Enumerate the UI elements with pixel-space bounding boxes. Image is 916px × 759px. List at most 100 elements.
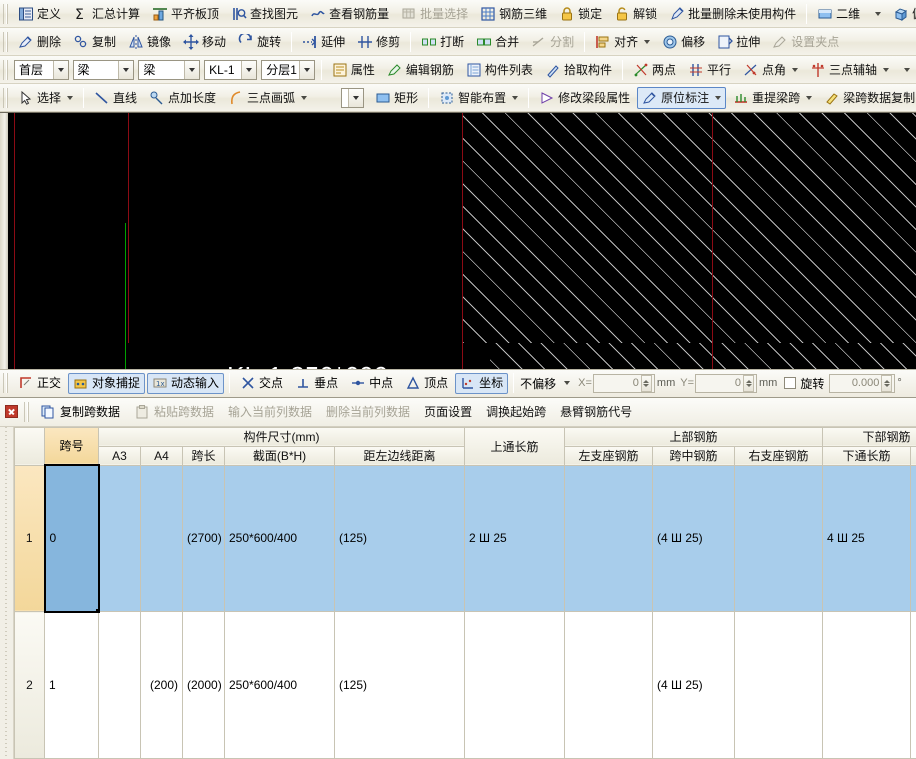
cell-span-length[interactable]: (2000) <box>182 611 225 759</box>
header-section[interactable]: 截面(B*H) <box>224 445 335 466</box>
three-point-arc-button[interactable]: 三点画弧 <box>223 87 312 109</box>
header-top-rebar[interactable]: 上部钢筋 <box>563 426 824 447</box>
x-coordinate-input[interactable]: 0 <box>592 373 655 393</box>
mirror-button[interactable]: 镜像 <box>123 31 176 53</box>
offset-mode-selector[interactable]: 不偏移 <box>520 375 571 392</box>
cell-a4[interactable] <box>140 464 183 613</box>
row-number[interactable]: 2 <box>14 611 45 759</box>
x-spinner[interactable] <box>640 374 652 392</box>
chevron-down-icon[interactable] <box>348 88 364 107</box>
edit-rebar-button[interactable]: 编辑钢筋 <box>382 59 459 81</box>
toolbar-grip[interactable] <box>3 3 9 24</box>
in-situ-annotation-button[interactable]: 原位标注 <box>637 86 727 109</box>
cell-dist-left[interactable]: (125) <box>334 611 465 759</box>
align-button[interactable]: 对齐 <box>590 31 655 53</box>
intersection-snap-toggle[interactable]: 交点 <box>235 373 288 394</box>
stretch-button[interactable]: 拉伸 <box>712 31 765 53</box>
midpoint-snap-toggle[interactable]: 中点 <box>345 373 398 394</box>
chevron-down-icon[interactable] <box>241 60 257 79</box>
header-member-dims[interactable]: 构件尺寸(mm) <box>98 426 465 447</box>
chevron-down-icon[interactable] <box>564 381 571 385</box>
unlock-button[interactable]: 解锁 <box>609 3 662 25</box>
table-row[interactable]: 2 1 (200) (2000) 250*600/400 (125) (4 Ш … <box>14 611 916 759</box>
batch-select-button[interactable]: 批量选择 <box>396 3 473 25</box>
cell-section[interactable]: 250*600/400 <box>224 611 335 759</box>
rotate-checkbox[interactable] <box>784 377 797 389</box>
rebar-3d-button[interactable]: 钢筋三维 <box>475 3 552 25</box>
cad-canvas[interactable]: KL-1 250*600 C8@200(4) 2C25+(4C25);4C25 … <box>0 112 916 369</box>
header-a3[interactable]: A3 <box>98 445 141 466</box>
input-current-column-button[interactable]: 输入当前列数据 <box>221 403 319 420</box>
chevron-down-icon[interactable] <box>118 60 134 79</box>
point-angle-button[interactable]: 点角 <box>738 59 803 81</box>
break-button[interactable]: 打断 <box>416 31 469 53</box>
panel-grip[interactable] <box>24 401 30 422</box>
lock-button[interactable]: 锁定 <box>554 3 607 25</box>
chevron-down-icon[interactable] <box>184 60 200 79</box>
header-dist-left-edge[interactable]: 距左边线距离 <box>334 445 465 466</box>
line-tool-button[interactable]: 直线 <box>89 87 142 109</box>
cell-left-support[interactable] <box>564 611 653 759</box>
cell-mid-span[interactable]: (4 Ш 25) <box>652 611 735 759</box>
header-bottom-through-rebar[interactable]: 下通长筋 <box>822 445 912 466</box>
two-point-axis-button[interactable]: 两点 <box>628 59 681 81</box>
paste-span-data-button[interactable]: 粘贴跨数据 <box>128 401 220 423</box>
span-data-table[interactable]: 跨号 构件尺寸(mm) 上通长筋 上部钢筋 下部钢筋 A3 A4 跨长 截面(B… <box>14 426 916 759</box>
header-mid-span-rebar[interactable]: 跨中钢筋 <box>652 445 735 466</box>
y-spinner[interactable] <box>743 374 754 392</box>
point-length-button[interactable]: 点加长度 <box>144 87 221 109</box>
layer-selector[interactable]: 分层1 <box>261 59 315 80</box>
cell-bottom-through[interactable]: 4 Ш 25 <box>822 464 912 613</box>
cell-mid-span[interactable]: (4 Ш 25) <box>652 464 735 613</box>
cell-bottom-extra[interactable] <box>910 611 916 759</box>
chevron-down-icon[interactable] <box>298 60 314 79</box>
table-corner-cell[interactable] <box>14 426 45 466</box>
pick-member-button[interactable]: 拾取构件 <box>540 59 617 81</box>
cell-span-no[interactable]: 1 <box>44 611 99 759</box>
perpendicular-snap-toggle[interactable]: 垂点 <box>290 373 343 394</box>
trim-button[interactable]: 修剪 <box>352 31 405 53</box>
align-slab-top-button[interactable]: 平齐板顶 <box>147 3 224 25</box>
draw-mode-combo[interactable] <box>341 87 365 108</box>
statusbar-grip[interactable] <box>3 373 9 393</box>
cantilever-rebar-code-button[interactable]: 悬臂钢筋代号 <box>553 403 639 420</box>
cell-span-no[interactable]: 0 <box>43 464 100 613</box>
member-list-button[interactable]: 构件列表 <box>461 59 538 81</box>
cell-section[interactable]: 250*600/400 <box>224 464 335 613</box>
page-setup-button[interactable]: 页面设置 <box>417 403 479 420</box>
cell-bottom-extra[interactable] <box>910 464 916 613</box>
rotate-input[interactable]: 0.000 <box>829 373 896 393</box>
cell-bottom-through[interactable] <box>822 611 912 759</box>
copy-button[interactable]: 复制 <box>68 31 121 53</box>
summary-calc-button[interactable]: Σ 汇总计算 <box>68 3 145 25</box>
cell-a3[interactable] <box>98 611 141 759</box>
cell-left-support[interactable] <box>564 464 653 613</box>
split-button[interactable]: 分割 <box>526 31 579 53</box>
object-snap-toggle[interactable]: 对象捕捉 <box>68 372 146 394</box>
row-number[interactable]: 1 <box>14 464 45 613</box>
table-row[interactable]: 1 0 (2700) 250*600/400 (125) 2 Ш 25 (4 Ш… <box>14 464 916 613</box>
header-right-support-rebar[interactable]: 右支座钢筋 <box>733 445 824 466</box>
vertex-snap-toggle[interactable]: 顶点 <box>400 373 453 394</box>
cad-drawing-area[interactable]: KL-1 250*600 C8@200(4) 2C25+(4C25);4C25 … <box>0 113 916 369</box>
toolbar-overflow-button[interactable] <box>896 59 915 81</box>
cell-dist-left[interactable]: (125) <box>334 464 465 613</box>
member-selector[interactable]: KL-1 <box>204 59 258 80</box>
header-left-support-rebar[interactable]: 左支座钢筋 <box>564 445 653 466</box>
coordinate-snap-toggle[interactable]: 坐标 <box>455 372 509 394</box>
find-element-button[interactable]: 查找图元 <box>226 3 303 25</box>
type-selector[interactable]: 梁 <box>138 59 201 80</box>
close-icon[interactable] <box>5 405 18 418</box>
batch-delete-unused-button[interactable]: 批量删除未使用构件 <box>664 3 801 25</box>
dynamic-input-toggle[interactable]: 1x 动态输入 <box>147 372 225 394</box>
smart-layout-button[interactable]: 智能布置 <box>434 87 523 109</box>
swap-start-span-button[interactable]: 调换起始跨 <box>479 403 553 420</box>
cell-span-length[interactable]: (2700) <box>182 464 225 613</box>
select-tool-button[interactable]: 选择 <box>13 87 78 109</box>
toolbar-grip[interactable] <box>3 59 9 80</box>
re-extract-span-button[interactable]: 重提梁跨 <box>728 87 817 109</box>
header-span-no[interactable]: 跨号 <box>44 426 99 466</box>
three-point-axis-button[interactable]: 三点辅轴 <box>805 59 894 81</box>
cell-a3[interactable] <box>98 464 141 613</box>
delete-button[interactable]: 删除 <box>13 31 66 53</box>
